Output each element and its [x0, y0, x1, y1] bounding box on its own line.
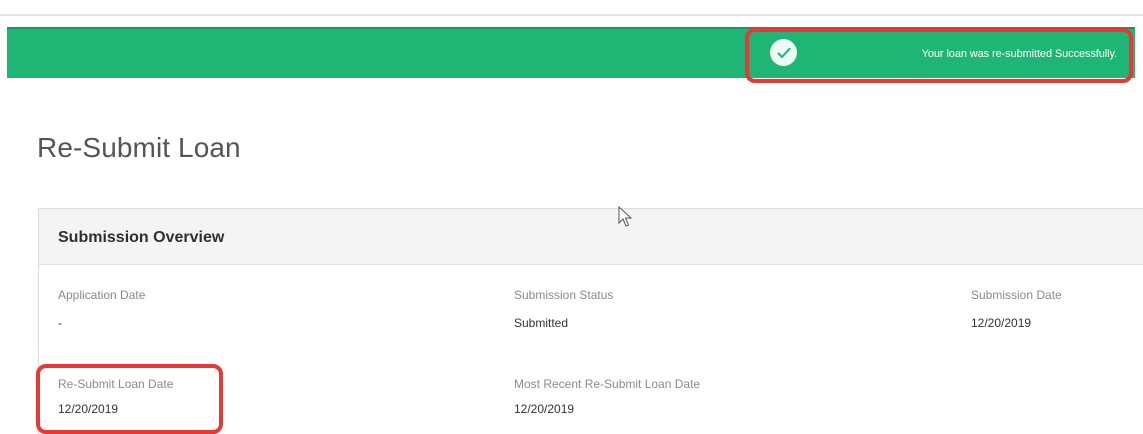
resubmit-loan-date-value: 12/20/2019	[58, 402, 119, 416]
card-title: Submission Overview	[58, 229, 225, 246]
page-title: Re-Submit Loan	[37, 132, 241, 163]
success-banner: Your loan was re-submitted Successfully.	[7, 27, 1135, 78]
top-divider	[0, 14, 1143, 16]
mouse-cursor-icon	[618, 205, 633, 233]
submission-date-label: Submission Date	[971, 288, 1062, 302]
application-date-value: -	[58, 316, 62, 330]
submission-date-value: 12/20/2019	[971, 316, 1032, 330]
submission-status-label: Submission Status	[514, 288, 614, 302]
card-header: Submission Overview	[39, 209, 1143, 265]
application-date-label: Application Date	[58, 288, 146, 302]
resubmit-loan-date-label: Re-Submit Loan Date	[58, 377, 174, 391]
check-circle-icon	[770, 39, 797, 66]
submission-overview-card: Submission Overview Application Date - S…	[38, 208, 1143, 434]
most-recent-resubmit-date-label: Most Recent Re-Submit Loan Date	[514, 377, 701, 391]
most-recent-resubmit-date-value: 12/20/2019	[514, 402, 575, 416]
submission-status-value: Submitted	[514, 316, 569, 330]
success-message: Your loan was re-submitted Successfully.	[921, 47, 1117, 60]
